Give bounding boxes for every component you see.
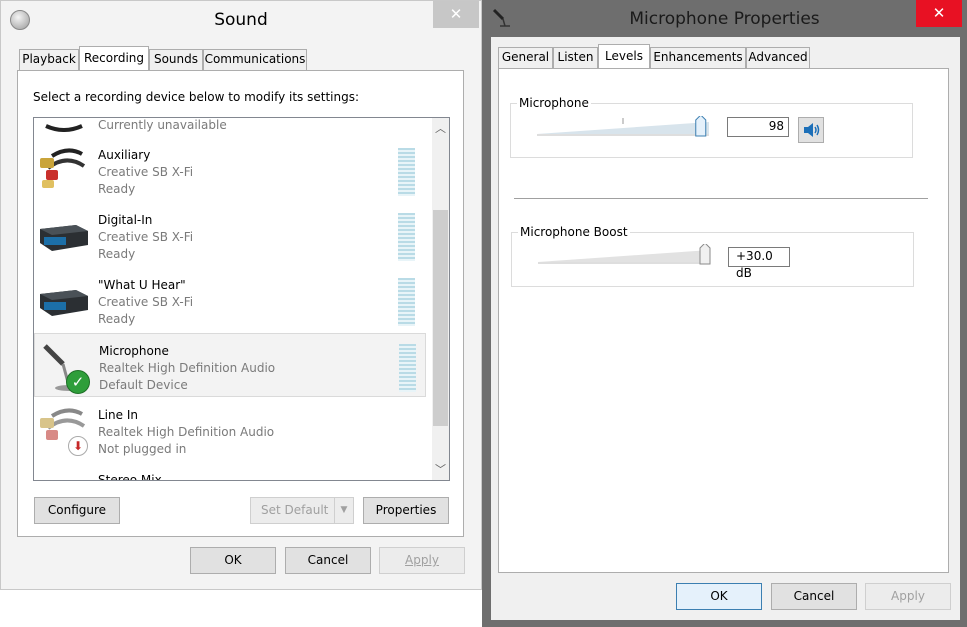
mic-close-button[interactable]: ✕	[916, 0, 962, 27]
device-status: Ready	[98, 182, 136, 196]
speaker-icon	[804, 123, 820, 137]
sound-card-icon	[38, 211, 90, 261]
device-status: Ready	[98, 247, 136, 261]
properties-button[interactable]: Properties	[363, 497, 449, 524]
device-driver: Realtek High Definition Audio	[98, 425, 275, 439]
set-default-label: Set Default	[261, 503, 329, 517]
levels-panel: Microphone 98 Microphone Boost +30.0 dB	[498, 68, 949, 573]
device-driver: Creative SB X-Fi	[98, 230, 194, 244]
level-meter	[398, 213, 415, 261]
scrollbar-thumb[interactable]	[433, 210, 448, 426]
mic-cancel-button[interactable]: Cancel	[771, 583, 857, 610]
rca-cable-icon	[38, 146, 90, 196]
list-item-auxiliary[interactable]: Auxiliary Creative SB X-Fi Ready	[34, 138, 426, 202]
boost-slider[interactable]	[538, 244, 720, 270]
sound-card-icon	[38, 276, 90, 326]
microphone-group: Microphone 98	[510, 96, 913, 158]
list-item-digital-in[interactable]: Digital-In Creative SB X-Fi Ready	[34, 203, 426, 267]
list-item-unavailable[interactable]: Currently unavailable	[34, 118, 426, 138]
mic-ok-button[interactable]: OK	[676, 583, 762, 610]
set-default-dropdown-icon[interactable]: ▼	[334, 498, 353, 523]
device-driver: Realtek High Definition Audio	[99, 361, 276, 375]
device-status: Not plugged in	[98, 442, 187, 456]
tab-playback[interactable]: Playback	[19, 49, 79, 70]
device-name: Auxiliary	[98, 148, 151, 162]
mic-client-area: General Listen Levels Enhancements Advan…	[491, 37, 960, 620]
tab-enhancements[interactable]: Enhancements	[650, 47, 746, 68]
sound-window-title: Sound	[214, 10, 268, 30]
sound-ok-button[interactable]: OK	[190, 547, 276, 574]
device-status: Default Device	[99, 378, 188, 392]
boost-level-input[interactable]: +30.0 dB	[728, 247, 790, 280]
device-name: "What U Hear"	[98, 278, 186, 292]
set-default-button[interactable]: Set Default ▼	[250, 497, 354, 524]
device-name: Line In	[98, 408, 138, 422]
tab-general[interactable]: General	[498, 47, 553, 68]
scroll-down-icon[interactable]: ﹀	[432, 461, 449, 478]
instruction-text: Select a recording device below to modif…	[33, 90, 360, 104]
mic-window-title: Microphone Properties	[629, 9, 820, 29]
microphone-label: Microphone	[517, 96, 591, 110]
section-divider	[514, 198, 928, 199]
device-status: Ready	[98, 312, 136, 326]
device-icon	[38, 118, 90, 132]
microphone-slider[interactable]	[537, 116, 719, 142]
tab-advanced[interactable]: Advanced	[746, 47, 810, 68]
device-status: Currently unavailable	[98, 118, 227, 132]
sound-apply-button[interactable]: Apply	[379, 547, 465, 574]
mic-tabstrip: General Listen Levels Enhancements Advan…	[498, 44, 918, 69]
list-item-stereo-mix[interactable]: Stereo Mix	[34, 463, 426, 481]
sound-window: Sound ✕ Playback Recording Sounds Commun…	[0, 0, 482, 590]
configure-button[interactable]: Configure	[34, 497, 120, 524]
list-item-line-in[interactable]: ⬇ Line In Realtek High Definition Audio …	[34, 398, 426, 462]
device-name: Microphone	[99, 344, 169, 358]
sound-close-button[interactable]: ✕	[433, 1, 479, 28]
tab-sounds[interactable]: Sounds	[149, 49, 203, 70]
microphone-level-input[interactable]: 98	[727, 117, 789, 137]
scroll-up-icon[interactable]: ︿	[432, 120, 449, 137]
device-driver: Creative SB X-Fi	[98, 165, 194, 179]
sound-tabstrip: Playback Recording Sounds Communications	[17, 46, 467, 71]
device-name: Stereo Mix	[98, 473, 162, 481]
device-list[interactable]: Currently unavailable Auxiliary Creative…	[33, 117, 450, 481]
microphone-boost-label: Microphone Boost	[518, 225, 630, 239]
list-item-what-u-hear[interactable]: "What U Hear" Creative SB X-Fi Ready	[34, 268, 426, 332]
tab-communications[interactable]: Communications	[203, 49, 307, 70]
list-item-microphone[interactable]: ✓ Microphone Realtek High Definition Aud…	[34, 333, 426, 397]
level-meter	[399, 344, 416, 392]
not-plugged-arrow-icon: ⬇	[68, 436, 88, 456]
boost-group: Microphone Boost +30.0 dB	[511, 225, 914, 287]
tab-recording[interactable]: Recording	[79, 46, 149, 70]
device-name: Digital-In	[98, 213, 153, 227]
mic-apply-button[interactable]: Apply	[865, 583, 951, 610]
tab-listen[interactable]: Listen	[553, 47, 598, 68]
boost-slider-thumb[interactable]	[699, 244, 711, 265]
level-meter	[398, 148, 415, 196]
boost-slider-ramp	[538, 250, 710, 262]
recording-panel: Select a recording device below to modif…	[17, 70, 464, 537]
tab-levels[interactable]: Levels	[598, 44, 650, 68]
level-meter	[398, 278, 415, 326]
default-checkmark-icon: ✓	[66, 370, 90, 394]
device-driver: Creative SB X-Fi	[98, 295, 194, 309]
sound-cancel-button[interactable]: Cancel	[285, 547, 371, 574]
mute-speaker-button[interactable]	[798, 117, 824, 143]
mic-properties-window: Microphone Properties ✕ General Listen L…	[482, 0, 967, 627]
microphone-slider-thumb[interactable]	[695, 116, 707, 137]
device-list-scrollbar[interactable]: ︿ ﹀	[432, 118, 449, 480]
